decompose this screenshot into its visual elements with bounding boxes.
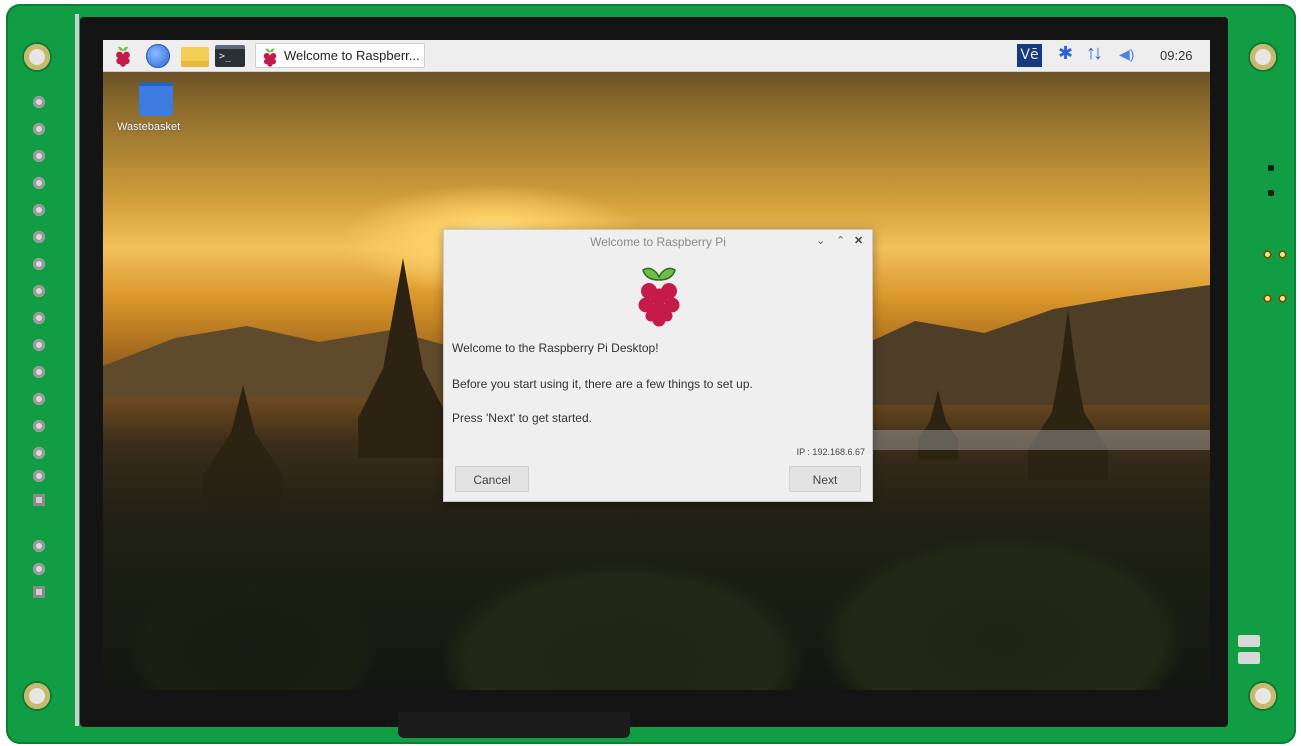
mounting-hole bbox=[24, 44, 50, 70]
dialog-next-hint-text: Press 'Next' to get started. bbox=[452, 411, 592, 425]
network-icon[interactable]: ↑↓ bbox=[1086, 42, 1103, 65]
taskbar-window-button[interactable]: Welcome to Raspberr... bbox=[255, 43, 425, 68]
close-icon[interactable]: ✕ bbox=[854, 234, 863, 247]
clock[interactable]: 09:26 bbox=[1160, 48, 1193, 63]
file-manager-icon[interactable] bbox=[181, 47, 209, 67]
raspberry-pi-logo bbox=[631, 264, 687, 333]
raspberry-icon bbox=[260, 46, 280, 72]
mounting-hole bbox=[24, 683, 50, 709]
taskbar: >_ Welcome to Raspberr... Vē ✱ ↑↓ ◀) 09:… bbox=[103, 40, 1210, 72]
welcome-dialog: Welcome to Raspberry Pi ⌄ ⌃ ✕ Welcome to… bbox=[443, 229, 873, 502]
vnc-server-icon[interactable]: Vē bbox=[1017, 44, 1042, 67]
trash-icon[interactable] bbox=[139, 82, 173, 116]
dialog-welcome-text: Welcome to the Raspberry Pi Desktop! bbox=[452, 341, 659, 355]
next-button[interactable]: Next bbox=[789, 466, 861, 492]
bluetooth-icon[interactable]: ✱ bbox=[1058, 43, 1073, 64]
web-browser-icon[interactable] bbox=[146, 44, 170, 68]
ip-address-label: IP : 192.168.6.67 bbox=[796, 447, 865, 457]
maximize-icon[interactable]: ⌃ bbox=[836, 234, 845, 247]
volume-icon[interactable]: ◀) bbox=[1119, 46, 1134, 63]
mounting-hole bbox=[1250, 683, 1276, 709]
bezel-edge bbox=[75, 14, 79, 726]
dialog-title: Welcome to Raspberry Pi bbox=[590, 235, 726, 249]
wallpaper-river bbox=[873, 430, 1210, 450]
dialog-setup-text: Before you start using it, there are a f… bbox=[452, 377, 753, 391]
cancel-button[interactable]: Cancel bbox=[455, 466, 529, 492]
wallpaper-mountains-right bbox=[863, 285, 1210, 405]
minimize-icon[interactable]: ⌄ bbox=[816, 234, 825, 247]
mounting-hole bbox=[1250, 44, 1276, 70]
desktop-icon-label[interactable]: Wastebasket bbox=[117, 121, 180, 133]
raspberry-menu-icon[interactable] bbox=[112, 44, 134, 67]
flex-cable bbox=[398, 712, 630, 738]
terminal-icon[interactable]: >_ bbox=[215, 45, 245, 67]
taskbar-window-label: Welcome to Raspberr... bbox=[284, 48, 420, 63]
desktop-screen: >_ Welcome to Raspberr... Vē ✱ ↑↓ ◀) 09:… bbox=[103, 40, 1210, 690]
